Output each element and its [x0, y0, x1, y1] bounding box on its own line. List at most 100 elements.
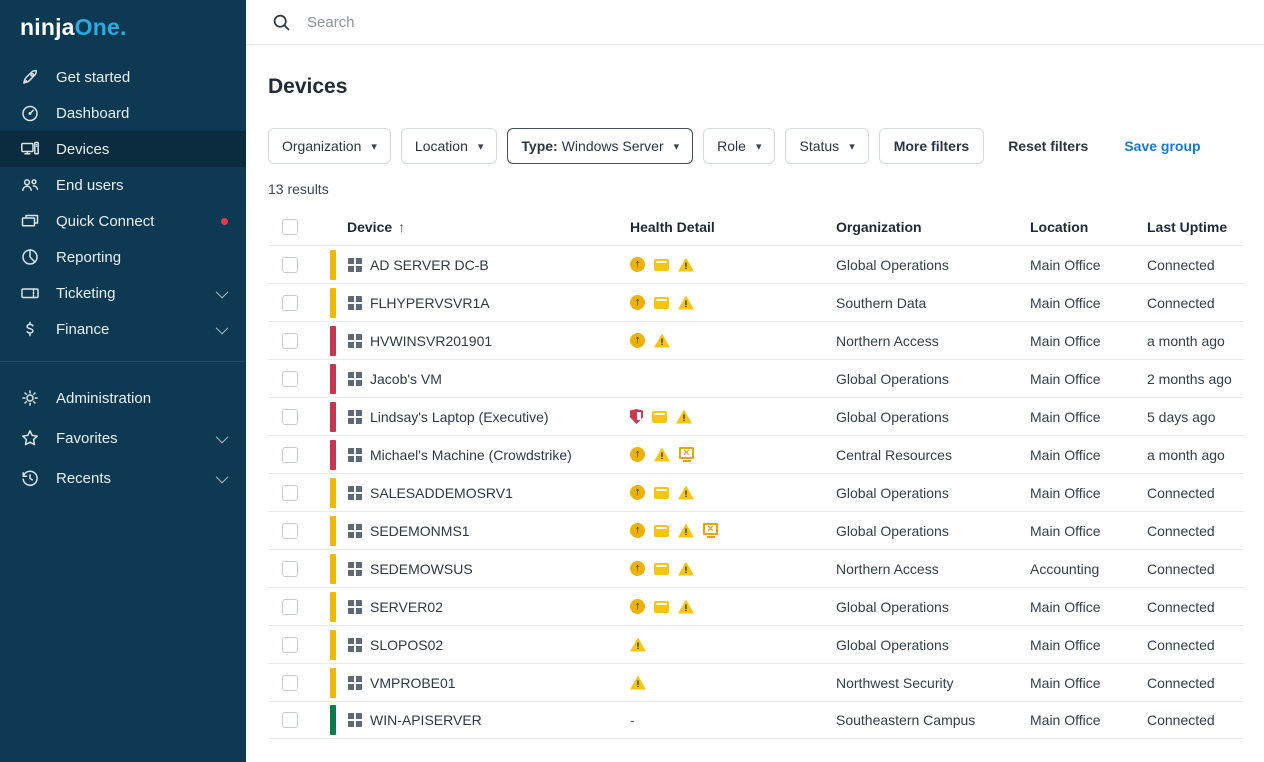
column-header-location[interactable]: Location — [1030, 219, 1147, 235]
table-row[interactable]: SERVER02 Global Operations Main Office C… — [268, 587, 1244, 625]
display-offline-icon[interactable] — [703, 523, 718, 535]
filter-pill-status[interactable]: Status ▾ — [785, 128, 868, 164]
device-name[interactable]: SEDEMOWSUS — [370, 561, 473, 577]
row-checkbox[interactable] — [282, 295, 298, 311]
device-cell[interactable]: SERVER02 — [330, 588, 630, 625]
device-cell[interactable]: VMPROBE01 — [330, 664, 630, 701]
device-cell[interactable]: SEDEMONMS1 — [330, 512, 630, 549]
row-checkbox[interactable] — [282, 523, 298, 539]
os-patch-icon[interactable] — [630, 333, 645, 348]
table-row[interactable]: Lindsay's Laptop (Executive) Global Oper… — [268, 397, 1244, 435]
device-name[interactable]: WIN-APISERVER — [370, 712, 482, 728]
warning-icon[interactable] — [678, 562, 694, 576]
table-row[interactable]: HVWINSVR201901 Northern Access Main Offi… — [268, 321, 1244, 359]
sidebar-item-administration[interactable]: Administration — [0, 378, 246, 418]
sidebar-item-dashboard[interactable]: Dashboard — [0, 95, 246, 131]
row-checkbox[interactable] — [282, 257, 298, 273]
software-patch-icon[interactable] — [654, 563, 669, 575]
device-name[interactable]: VMPROBE01 — [370, 675, 456, 691]
row-checkbox[interactable] — [282, 333, 298, 349]
table-row[interactable]: AD SERVER DC-B Global Operations Main Of… — [268, 245, 1244, 283]
device-cell[interactable]: SALESADDEMOSRV1 — [330, 474, 630, 511]
software-patch-icon[interactable] — [654, 601, 669, 613]
column-header-health[interactable]: Health Detail — [630, 219, 836, 235]
reset-filters-link[interactable]: Reset filters — [1008, 138, 1088, 154]
more-filters-button[interactable]: More filters — [879, 128, 984, 164]
software-patch-icon[interactable] — [652, 411, 667, 423]
row-checkbox[interactable] — [282, 409, 298, 425]
device-name[interactable]: SALESADDEMOSRV1 — [370, 485, 513, 501]
display-offline-icon[interactable] — [679, 447, 694, 459]
row-checkbox[interactable] — [282, 561, 298, 577]
software-patch-icon[interactable] — [654, 487, 669, 499]
table-row[interactable]: SEDEMOWSUS Northern Access Accounting Co… — [268, 549, 1244, 587]
device-name[interactable]: Lindsay's Laptop (Executive) — [370, 409, 549, 425]
antivirus-icon[interactable] — [630, 409, 643, 424]
device-cell[interactable]: FLHYPERVSVR1A — [330, 284, 630, 321]
table-row[interactable]: VMPROBE01 Northwest Security Main Office… — [268, 663, 1244, 701]
table-row[interactable]: SLOPOS02 Global Operations Main Office C… — [268, 625, 1244, 663]
warning-icon[interactable] — [678, 258, 694, 272]
filter-pill-role[interactable]: Role ▾ — [703, 128, 775, 164]
device-cell[interactable]: Lindsay's Laptop (Executive) — [330, 398, 630, 435]
sidebar-item-ticketing[interactable]: Ticketing — [0, 275, 246, 311]
warning-icon[interactable] — [654, 334, 670, 348]
table-row[interactable]: SEDEMONMS1 Global Operations Main Office… — [268, 511, 1244, 549]
select-all-checkbox[interactable] — [282, 219, 298, 235]
software-patch-icon[interactable] — [654, 297, 669, 309]
device-cell[interactable]: Jacob's VM — [330, 360, 630, 397]
warning-icon[interactable] — [678, 296, 694, 310]
device-cell[interactable]: HVWINSVR201901 — [330, 322, 630, 359]
os-patch-icon[interactable] — [630, 257, 645, 272]
sidebar-item-devices[interactable]: Devices — [0, 131, 246, 167]
column-header-device[interactable]: Device↑ — [330, 219, 630, 235]
warning-icon[interactable] — [654, 448, 670, 462]
table-row[interactable]: WIN-APISERVER - Southeastern Campus Main… — [268, 701, 1244, 739]
row-checkbox[interactable] — [282, 371, 298, 387]
os-patch-icon[interactable] — [630, 599, 645, 614]
warning-icon[interactable] — [630, 676, 646, 690]
software-patch-icon[interactable] — [654, 259, 669, 271]
column-header-organization[interactable]: Organization — [836, 219, 1030, 235]
filter-pill-location[interactable]: Location ▾ — [401, 128, 497, 164]
device-name[interactable]: FLHYPERVSVR1A — [370, 295, 490, 311]
filter-pill-organization[interactable]: Organization ▾ — [268, 128, 391, 164]
sidebar-item-get-started[interactable]: Get started — [0, 59, 246, 95]
row-checkbox[interactable] — [282, 675, 298, 691]
software-patch-icon[interactable] — [654, 525, 669, 537]
device-name[interactable]: SLOPOS02 — [370, 637, 443, 653]
sidebar-item-reporting[interactable]: Reporting — [0, 239, 246, 275]
warning-icon[interactable] — [676, 410, 692, 424]
save-group-link[interactable]: Save group — [1124, 138, 1200, 154]
table-row[interactable]: Michael's Machine (Crowdstrike) Central … — [268, 435, 1244, 473]
device-name[interactable]: SEDEMONMS1 — [370, 523, 470, 539]
device-name[interactable]: SERVER02 — [370, 599, 443, 615]
warning-icon[interactable] — [630, 638, 646, 652]
search-input[interactable] — [307, 14, 807, 31]
row-checkbox[interactable] — [282, 485, 298, 501]
device-name[interactable]: Michael's Machine (Crowdstrike) — [370, 447, 572, 463]
warning-icon[interactable] — [678, 600, 694, 614]
os-patch-icon[interactable] — [630, 485, 645, 500]
row-checkbox[interactable] — [282, 599, 298, 615]
table-row[interactable]: SALESADDEMOSRV1 Global Operations Main O… — [268, 473, 1244, 511]
device-name[interactable]: AD SERVER DC-B — [370, 257, 489, 273]
row-checkbox[interactable] — [282, 712, 298, 728]
device-cell[interactable]: WIN-APISERVER — [330, 702, 630, 738]
os-patch-icon[interactable] — [630, 447, 645, 462]
table-row[interactable]: FLHYPERVSVR1A Southern Data Main Office … — [268, 283, 1244, 321]
sidebar-item-favorites[interactable]: Favorites — [0, 418, 246, 458]
sidebar-item-end-users[interactable]: End users — [0, 167, 246, 203]
warning-icon[interactable] — [678, 486, 694, 500]
table-row[interactable]: Jacob's VM Global Operations Main Office… — [268, 359, 1244, 397]
device-cell[interactable]: AD SERVER DC-B — [330, 246, 630, 283]
sidebar-item-finance[interactable]: Finance — [0, 311, 246, 347]
device-cell[interactable]: SEDEMOWSUS — [330, 550, 630, 587]
device-cell[interactable]: SLOPOS02 — [330, 626, 630, 663]
device-name[interactable]: Jacob's VM — [370, 371, 442, 387]
device-cell[interactable]: Michael's Machine (Crowdstrike) — [330, 436, 630, 473]
sidebar-item-recents[interactable]: Recents — [0, 458, 246, 498]
row-checkbox[interactable] — [282, 447, 298, 463]
filter-pill-windows-server[interactable]: Type: Windows Server ▾ — [507, 128, 693, 164]
sidebar-item-quick-connect[interactable]: Quick Connect — [0, 203, 246, 239]
